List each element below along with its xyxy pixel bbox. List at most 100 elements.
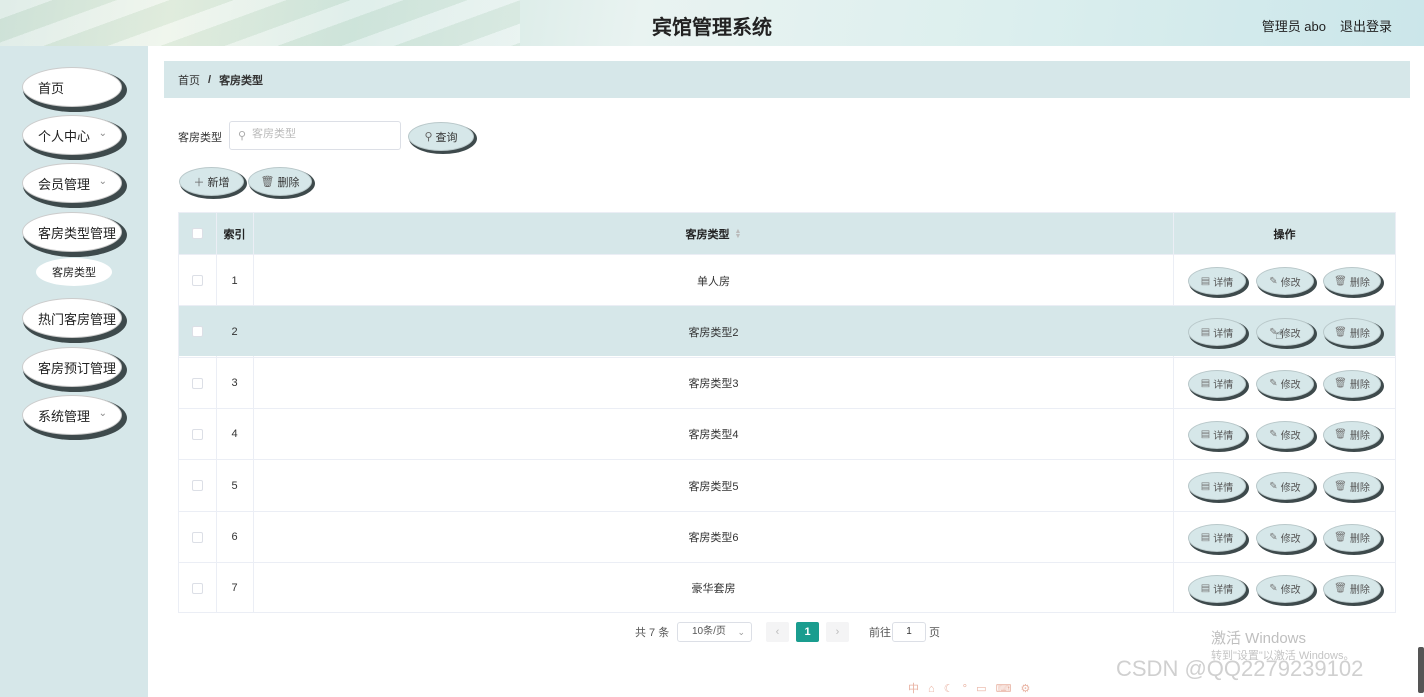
add-button[interactable]: ＋ 新增 xyxy=(179,167,244,196)
row-checkbox[interactable] xyxy=(192,275,203,286)
sidebar-item-members[interactable]: 会员管理 ⌄ xyxy=(22,163,122,203)
scrollbar[interactable] xyxy=(1418,647,1424,693)
search-icon: ⚲ xyxy=(424,131,433,143)
delete-button[interactable]: 🗑 删除 xyxy=(1323,318,1381,347)
select-all-checkbox[interactable] xyxy=(192,228,203,239)
search-icon: ⚲ xyxy=(238,130,247,142)
sidebar-item-home[interactable]: 首页 xyxy=(22,67,122,107)
goto-prefix: 前往 xyxy=(869,627,891,639)
table-row[interactable]: 6 客房类型6 ▤ 详情 ✎ 修改 🗑 删除 xyxy=(179,510,1395,562)
row-index: 1 xyxy=(231,274,238,287)
delete-button[interactable]: 🗑 删除 xyxy=(1323,472,1381,501)
sidebar-item-room-type-mgmt[interactable]: 客房类型管理 xyxy=(22,212,122,252)
detail-button[interactable]: ▤ 详情 xyxy=(1188,523,1246,552)
row-room-type: 单人房 xyxy=(697,275,730,288)
header-room-type-label: 客房类型 xyxy=(685,228,730,241)
document-icon: ▤ xyxy=(1200,532,1211,543)
sidebar-item-label: 会员管理 xyxy=(38,176,91,192)
edit-button-label: 修改 xyxy=(1280,431,1301,443)
pagination-total: 共 7 条 xyxy=(635,627,670,639)
sidebar-item-profile[interactable]: 个人中心 ⌄ xyxy=(22,115,122,155)
sidebar-item-label: 个人中心 xyxy=(38,128,91,144)
row-checkbox[interactable] xyxy=(192,582,203,594)
edit-button-label: 修改 xyxy=(1280,380,1301,392)
delete-button-label: 删除 xyxy=(1349,328,1370,340)
sidebar-subitem-room-type[interactable]: 客房类型 xyxy=(36,258,112,286)
sidebar-item-hot-rooms[interactable]: 热门客房管理 xyxy=(22,298,122,338)
search-label: 客房类型 xyxy=(178,132,222,144)
detail-button[interactable]: ▤ 详情 xyxy=(1188,420,1246,449)
detail-button[interactable]: ▤ 详情 xyxy=(1188,369,1246,398)
edit-button[interactable]: ✎ 修改 xyxy=(1256,318,1314,347)
detail-button[interactable]: ▤ 详情 xyxy=(1188,574,1246,603)
edit-button[interactable]: ✎ 修改 xyxy=(1256,267,1314,295)
edit-button-label: 修改 xyxy=(1280,277,1301,289)
table-row[interactable]: 3 客房类型3 ▤ 详情 ✎ 修改 🗑 删除 xyxy=(179,356,1395,408)
table-row[interactable]: 1 单人房 ▤ 详情 ✎ 修改 🗑 删除 xyxy=(179,254,1395,305)
delete-button[interactable]: 🗑 删除 xyxy=(1323,267,1381,295)
delete-button[interactable]: 🗑 删除 xyxy=(1323,523,1381,552)
sort-icon[interactable]: ▲ ▼ xyxy=(735,228,742,240)
header-actions: 操作 xyxy=(1273,228,1296,241)
row-checkbox[interactable] xyxy=(192,480,203,492)
row-room-type: 客房类型6 xyxy=(688,532,739,544)
edit-button[interactable]: ✎ 修改 xyxy=(1256,420,1314,449)
table-row[interactable]: 2 客房类型2 ▤ 详情 ✎ 修改 🗑 删除 xyxy=(179,305,1395,357)
search-input[interactable] xyxy=(252,128,392,140)
sidebar-item-bookings[interactable]: 客房预订管理 xyxy=(22,347,122,387)
row-checkbox[interactable] xyxy=(192,377,203,389)
search-button[interactable]: ⚲ 查询 xyxy=(408,122,474,151)
delete-button[interactable]: 🗑 删除 xyxy=(1323,574,1381,603)
breadcrumb-current: 客房类型 xyxy=(219,74,264,87)
edit-button[interactable]: ✎ 修改 xyxy=(1256,472,1314,501)
row-room-type: 客房类型2 xyxy=(688,326,739,339)
current-page-button[interactable]: 1 xyxy=(796,622,819,642)
pencil-icon: ✎ xyxy=(1269,378,1278,390)
add-button-label: 新增 xyxy=(207,176,230,189)
edit-button[interactable]: ✎ 修改 xyxy=(1256,574,1314,603)
detail-button[interactable]: ▤ 详情 xyxy=(1188,472,1246,501)
page-size-select[interactable]: 10条/页 ⌄ xyxy=(677,622,752,642)
breadcrumb-home[interactable]: 首页 xyxy=(178,72,200,88)
room-type-table: 索引 客房类型 ▲ ▼ 操作 1 单人房 ▤ 详情 ✎ 修改 🗑 删除 2 客房类型2 ▤ 详情 ✎ 修改 🗑… xyxy=(178,212,1396,613)
detail-button[interactable]: ▤ 详情 xyxy=(1188,318,1246,347)
prev-page-button[interactable]: ‹ xyxy=(766,622,789,642)
goto-page-input[interactable]: 1 xyxy=(892,622,926,642)
document-icon: ▤ xyxy=(1200,583,1211,595)
delete-button-label: 删除 xyxy=(1349,277,1370,289)
edit-button[interactable]: ✎ 修改 xyxy=(1256,369,1314,398)
logout-link[interactable]: 退出登录 xyxy=(1340,16,1392,35)
admin-label: 管理员 abo xyxy=(1261,19,1326,34)
header-room-type[interactable]: 客房类型 ▲ ▼ xyxy=(254,213,1173,254)
edit-button-label: 修改 xyxy=(1280,328,1301,340)
detail-button-label: 详情 xyxy=(1213,431,1234,443)
page-size-value: 10条/页 xyxy=(692,626,726,637)
sidebar-item-system[interactable]: 系统管理 ⌄ xyxy=(22,395,122,435)
row-checkbox[interactable] xyxy=(192,531,203,543)
detail-button[interactable]: ▤ 详情 xyxy=(1188,267,1246,295)
table-row[interactable]: 5 客房类型5 ▤ 详情 ✎ 修改 🗑 删除 xyxy=(179,459,1395,510)
sidebar-item-label: 首页 xyxy=(38,80,65,96)
table-row[interactable]: 4 客房类型4 ▤ 详情 ✎ 修改 🗑 删除 xyxy=(179,407,1395,459)
pencil-icon: ✎ xyxy=(1269,532,1278,543)
table-row[interactable]: 7 豪华套房 ▤ 详情 ✎ 修改 🗑 删除 xyxy=(179,561,1395,613)
goto-suffix: 页 xyxy=(929,627,940,639)
detail-button-label: 详情 xyxy=(1213,482,1234,494)
edit-button[interactable]: ✎ 修改 xyxy=(1256,523,1314,552)
row-room-type: 客房类型4 xyxy=(688,429,739,442)
sidebar-item-label: 系统管理 xyxy=(38,408,91,424)
breadcrumb-separator: / xyxy=(208,73,212,86)
row-checkbox[interactable] xyxy=(192,428,203,440)
next-page-button[interactable]: › xyxy=(826,622,849,642)
trash-icon: 🗑 xyxy=(1334,532,1347,543)
search-field[interactable]: ⚲ xyxy=(229,121,401,150)
bulk-delete-label: 删除 xyxy=(277,176,300,189)
sidebar: 首页 个人中心 ⌄ 会员管理 ⌄ 客房类型管理 客房类型 热门客房管理 客房预订… xyxy=(0,46,148,697)
row-checkbox[interactable] xyxy=(192,326,203,338)
sidebar-item-label: 客房预订管理 xyxy=(38,360,117,376)
windows-activation-title: 激活 Windows xyxy=(1211,630,1307,647)
bulk-delete-button[interactable]: 🗑 删除 xyxy=(248,167,312,196)
breadcrumb: 首页 / 客房类型 xyxy=(164,61,1410,98)
delete-button[interactable]: 🗑 删除 xyxy=(1323,420,1381,449)
delete-button[interactable]: 🗑 删除 xyxy=(1323,369,1381,398)
